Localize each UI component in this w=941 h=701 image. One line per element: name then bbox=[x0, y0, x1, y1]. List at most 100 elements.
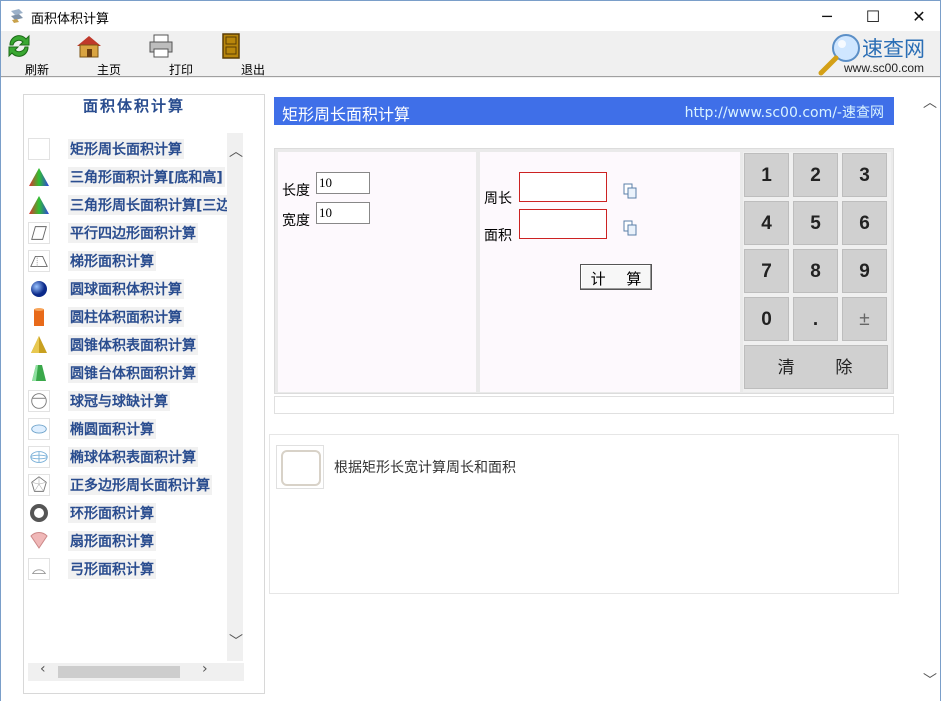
scroll-right-icon[interactable]: › bbox=[202, 661, 208, 677]
clear-button[interactable]: 清 除 bbox=[744, 345, 888, 389]
key-7[interactable]: 7 bbox=[744, 249, 789, 293]
main-header: 矩形周长面积计算 http://www.sc00.com/-速查网 bbox=[274, 97, 894, 125]
sidebar-item-label: 矩形周长面积计算 bbox=[68, 139, 184, 159]
sidebar-item-sector[interactable]: 扇形面积计算 bbox=[28, 527, 228, 555]
status-strip bbox=[274, 396, 894, 414]
site-logo[interactable]: 速查网 www.sc00.com bbox=[816, 31, 936, 77]
exit-door-icon bbox=[222, 33, 240, 59]
sidebar-horizontal-scrollbar[interactable]: ‹ › bbox=[28, 661, 244, 681]
print-button[interactable]: 打印 bbox=[147, 33, 207, 77]
title-bar: 面积体积计算 ─ ☐ ✕ bbox=[1, 1, 940, 31]
close-button[interactable]: ✕ bbox=[896, 1, 941, 31]
width-input[interactable]: 10 bbox=[316, 202, 370, 224]
exit-button[interactable]: 退出 bbox=[219, 33, 279, 77]
sidebar-item-cone[interactable]: 圆锥体积表面积计算 bbox=[28, 331, 228, 359]
key-5[interactable]: 5 bbox=[793, 201, 838, 245]
scroll-up-icon[interactable]: ︿ bbox=[229, 141, 243, 161]
sector-icon bbox=[28, 530, 50, 552]
page-scroll-down-icon[interactable]: ﹀ bbox=[923, 670, 937, 690]
sidebar-item-label: 梯形面积计算 bbox=[68, 251, 156, 271]
sidebar-list: 矩形周长面积计算 三角形面积计算[底和高] 三角形周长面积计算[三边] 平行四边… bbox=[28, 135, 228, 665]
scroll-left-icon[interactable]: ‹ bbox=[40, 661, 46, 677]
content-area: 面积体积计算 矩形周长面积计算 三角形面积计算[底和高] 三角形周长面积计算[三… bbox=[1, 78, 940, 701]
segment-icon bbox=[28, 558, 50, 580]
window-title: 面积体积计算 bbox=[31, 12, 110, 27]
rectangle-preview-icon bbox=[276, 445, 324, 489]
results-box: 周长 面积 计 算 bbox=[480, 152, 740, 392]
sidebar-item-circular-segment[interactable]: 弓形面积计算 bbox=[28, 555, 228, 583]
key-6[interactable]: 6 bbox=[842, 201, 887, 245]
sidebar-item-triangle-three-sides[interactable]: 三角形周长面积计算[三边] bbox=[28, 191, 228, 219]
key-decimal[interactable]: . bbox=[793, 297, 838, 341]
maximize-button[interactable]: ☐ bbox=[850, 1, 896, 31]
length-label: 长度 bbox=[282, 183, 310, 199]
key-8[interactable]: 8 bbox=[793, 249, 838, 293]
scroll-thumb[interactable] bbox=[58, 666, 180, 678]
scroll-down-icon[interactable]: ﹀ bbox=[229, 631, 243, 651]
sidebar-item-triangle-base-height[interactable]: 三角形面积计算[底和高] bbox=[28, 163, 228, 191]
key-4[interactable]: 4 bbox=[744, 201, 789, 245]
sidebar-item-ellipsoid[interactable]: 椭球体积表面积计算 bbox=[28, 443, 228, 471]
header-url-link[interactable]: http://www.sc00.com/-速查网 bbox=[685, 102, 884, 122]
key-2[interactable]: 2 bbox=[793, 153, 838, 197]
sidebar-item-trapezoid[interactable]: 梯形面积计算 bbox=[28, 247, 228, 275]
sidebar-item-ellipse[interactable]: 椭圆面积计算 bbox=[28, 415, 228, 443]
home-button[interactable]: 主页 bbox=[75, 33, 135, 77]
sidebar-item-label: 椭圆面积计算 bbox=[68, 419, 156, 439]
key-0[interactable]: 0 bbox=[744, 297, 789, 341]
spherical-cap-icon bbox=[28, 390, 50, 412]
frustum-icon bbox=[28, 362, 50, 384]
sidebar-item-ring[interactable]: 环形面积计算 bbox=[28, 499, 228, 527]
sphere-icon bbox=[28, 278, 50, 300]
refresh-label: 刷新 bbox=[25, 63, 50, 77]
logo-text: 速查网 bbox=[862, 37, 925, 61]
sidebar-vertical-scrollbar[interactable]: ︿ ﹀ bbox=[227, 133, 243, 661]
length-input[interactable]: 10 bbox=[316, 172, 370, 194]
cone-icon bbox=[28, 334, 50, 356]
key-3[interactable]: 3 bbox=[842, 153, 887, 197]
description-panel: 根据矩形长宽计算周长和面积 bbox=[269, 434, 899, 594]
perimeter-label: 周长 bbox=[484, 191, 512, 207]
page-scroll-up-icon[interactable]: ︿ bbox=[923, 92, 937, 112]
refresh-button[interactable]: 刷新 bbox=[5, 33, 65, 77]
toolbar: 刷新 主页 打印 退出 速查网 www.sc00.com bbox=[1, 31, 940, 77]
perimeter-output[interactable] bbox=[519, 172, 607, 202]
sidebar-item-label: 三角形周长面积计算[三边] bbox=[68, 195, 228, 215]
sidebar-item-label: 圆锥体积表面积计算 bbox=[68, 335, 198, 355]
sidebar-item-label: 球冠与球缺计算 bbox=[68, 391, 170, 411]
sidebar-item-regular-polygon[interactable]: 正多边形周长面积计算 bbox=[28, 471, 228, 499]
trapezoid-icon bbox=[28, 250, 50, 272]
calculate-button[interactable]: 计 算 bbox=[580, 264, 652, 290]
ellipsoid-icon bbox=[28, 446, 50, 468]
width-label: 宽度 bbox=[282, 213, 310, 229]
sidebar: 面积体积计算 矩形周长面积计算 三角形面积计算[底和高] 三角形周长面积计算[三… bbox=[23, 94, 265, 694]
calculator-panel: 长度 10 宽度 10 周长 面积 计 算 1 2 3 4 5 6 7 8 9 … bbox=[274, 148, 894, 394]
sidebar-item-spherical-cap[interactable]: 球冠与球缺计算 bbox=[28, 387, 228, 415]
page-vertical-scrollbar[interactable]: ︿ ﹀ bbox=[921, 92, 939, 692]
key-9[interactable]: 9 bbox=[842, 249, 887, 293]
description-text: 根据矩形长宽计算周长和面积 bbox=[334, 460, 516, 476]
sidebar-title: 面积体积计算 bbox=[82, 97, 185, 115]
parallelogram-icon bbox=[28, 222, 50, 244]
sidebar-item-frustum[interactable]: 圆锥台体积面积计算 bbox=[28, 359, 228, 387]
sidebar-item-label: 平行四边形面积计算 bbox=[68, 223, 198, 243]
sidebar-item-label: 圆柱体积面积计算 bbox=[68, 307, 184, 327]
minimize-button[interactable]: ─ bbox=[804, 1, 850, 31]
sidebar-item-label: 圆球面积体积计算 bbox=[68, 279, 184, 299]
sidebar-item-rectangle[interactable]: 矩形周长面积计算 bbox=[28, 135, 228, 163]
copy-area-icon[interactable] bbox=[622, 220, 638, 236]
triangle-icon bbox=[28, 166, 50, 188]
sidebar-item-sphere[interactable]: 圆球面积体积计算 bbox=[28, 275, 228, 303]
area-output[interactable] bbox=[519, 209, 607, 239]
copy-perimeter-icon[interactable] bbox=[622, 183, 638, 199]
sidebar-item-parallelogram[interactable]: 平行四边形面积计算 bbox=[28, 219, 228, 247]
sidebar-item-label: 环形面积计算 bbox=[68, 503, 156, 523]
inputs-box: 长度 10 宽度 10 bbox=[278, 152, 476, 392]
key-1[interactable]: 1 bbox=[744, 153, 789, 197]
sidebar-item-cylinder[interactable]: 圆柱体积面积计算 bbox=[28, 303, 228, 331]
sidebar-item-label: 弓形面积计算 bbox=[68, 559, 156, 579]
ellipse-icon bbox=[28, 418, 50, 440]
number-keypad: 1 2 3 4 5 6 7 8 9 0 . ± 清 除 bbox=[743, 152, 891, 392]
area-label: 面积 bbox=[484, 228, 512, 244]
key-plus-minus[interactable]: ± bbox=[842, 297, 887, 341]
